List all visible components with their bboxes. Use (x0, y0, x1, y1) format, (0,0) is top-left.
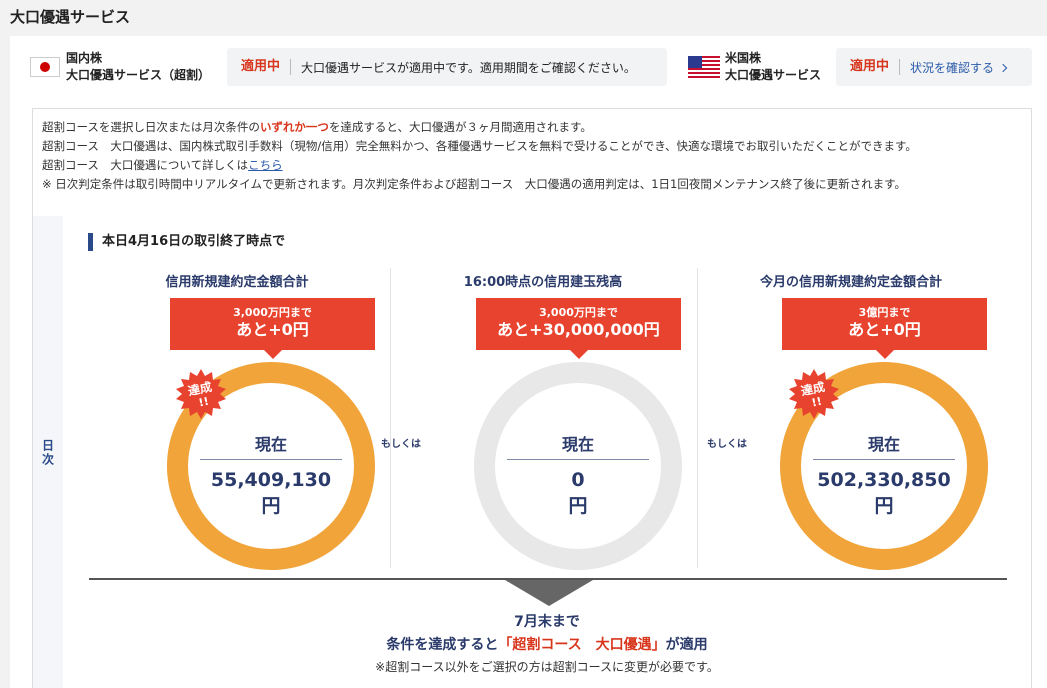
page-title: 大口優遇サービス (10, 8, 131, 26)
or-label-2: もしくは (707, 439, 747, 450)
column-divider (390, 268, 391, 568)
current-value-2: 0円 (495, 467, 661, 519)
daily-heading: 本日4月16日の取引終了時点で (88, 233, 285, 251)
note-line-1-pre: 超割コースを選択し日次または月次条件の (42, 120, 260, 134)
note-line-2: 超割コース 大口優遇は、国内株式取引手数料（現物/信用）完全無料かつ、各種優遇サ… (42, 139, 917, 153)
domestic-status-box: 適用中 大口優遇サービスが適用中です。適用期間をご確認ください。 (227, 48, 667, 86)
column-title-3: 今月の信用新規建約定金額合計 (759, 275, 942, 290)
service-panel: 国内株 大口優遇サービス（超割） 適用中 大口優遇サービスが適用中です。適用期間… (10, 36, 1047, 688)
remaining-callout-3: 3億円まで あと+0円 (782, 298, 987, 359)
callout-target-2: 3,000万円まで (539, 306, 618, 319)
note-line-3: 超割コース 大口優遇について詳しくはこちら (42, 157, 917, 174)
us-service-name: 大口優遇サービス (725, 68, 822, 82)
column-title-2: 16:00時点の信用建玉残高 (463, 275, 623, 290)
callout-remaining-3: あと+0円 (848, 320, 921, 339)
current-amount-1: 55,409,130 (210, 469, 332, 491)
note-line-1-emphasis: いずれか一つ (259, 120, 329, 134)
current-value-3: 502,330,850 円 (801, 467, 967, 519)
note-line-1: 超割コースを選択し日次または月次条件のいずれか一つを達成すると、大口優遇が３ヶ月… (42, 119, 917, 136)
current-amount-2: 0 (571, 469, 585, 491)
condition-text: 条件を達成すると「超割コース 大口優遇」が適用 (63, 634, 1031, 654)
details-link[interactable]: こちら (248, 158, 283, 172)
condition-text-pre: 条件を達成すると (386, 637, 499, 653)
domestic-market-label: 国内株 大口優遇サービス（超割） (66, 50, 210, 84)
deadline-text: 7月末まで (514, 614, 580, 630)
down-arrow-icon (505, 580, 593, 606)
note-line-1-post: を達成すると、大口優遇が３ヶ月間適用されます。 (328, 120, 592, 134)
current-unit-3: 円 (874, 495, 894, 517)
current-value-1: 55,409,130 円 (188, 467, 354, 519)
us-status-badge: 適用中 (836, 59, 901, 75)
column-title-1: 信用新規建約定金額合計 (165, 275, 309, 290)
daily-section: 日次 本日4月16日の取引終了時点で 信用新規建約定金額合計 3,000万円まで… (33, 216, 1031, 688)
or-label-1: もしくは (381, 439, 421, 450)
current-label-3: 現在 (867, 435, 900, 454)
progress-ring-2: 現在 0円 (474, 362, 682, 570)
ring-divider-1 (200, 459, 342, 460)
domestic-market-name: 国内株 (66, 51, 103, 65)
japan-flag-icon (30, 57, 60, 77)
domestic-service-name: 大口優遇サービス（超割） (66, 68, 211, 82)
current-unit-2: 円 (568, 495, 588, 517)
us-status-box[interactable]: 適用中 状況を確認する (836, 48, 1032, 86)
us-market-name: 米国株 (725, 51, 762, 65)
callout-remaining-1: あと+0円 (236, 320, 309, 339)
current-label-2: 現在 (561, 435, 594, 454)
domestic-status-message: 大口優遇サービスが適用中です。適用期間をご確認ください。 (301, 60, 636, 75)
remaining-callout-1: 3,000万円まで あと+0円 (170, 298, 375, 359)
remaining-callout-2: 3,000万円まで あと+30,000,000円 (476, 298, 681, 359)
condition-text-emphasis: 「超割コース 大口優遇」 (498, 637, 666, 653)
conditions-box: 超割コースを選択し日次または月次条件のいずれか一つを達成すると、大口優遇が３ヶ月… (32, 108, 1032, 688)
callout-target-1: 3,000万円まで (233, 306, 312, 319)
note-line-3-pre: 超割コース 大口優遇について詳しくは (42, 158, 249, 172)
current-amount-3: 502,330,850 (817, 469, 951, 491)
us-flag-icon (688, 56, 720, 78)
current-unit-1: 円 (261, 495, 281, 517)
us-market-label: 米国株 大口優遇サービス (725, 50, 821, 84)
status-bar: 国内株 大口優遇サービス（超割） 適用中 大口優遇サービスが適用中です。適用期間… (10, 36, 1047, 102)
domestic-status-badge: 適用中 (227, 59, 292, 75)
daily-main-area: 本日4月16日の取引終了時点で 信用新規建約定金額合計 3,000万円まで あと… (63, 216, 1031, 688)
achieved-burst-icon: 達成 !! (789, 369, 839, 419)
column-divider (697, 268, 698, 568)
ring-divider-2 (507, 459, 649, 460)
chevron-right-icon (998, 63, 1008, 72)
notes: 超割コースを選択し日次または月次条件のいずれか一つを達成すると、大口優遇が３ヶ月… (42, 119, 917, 195)
daily-side-label-text: 日次 (40, 438, 55, 467)
daily-side-label: 日次 (33, 216, 63, 688)
achieved-burst-icon: 達成 !! (176, 369, 226, 419)
callout-remaining-2: あと+30,000,000円 (497, 320, 660, 339)
check-status-link[interactable]: 状況を確認する (900, 59, 1008, 76)
ring-divider-3 (813, 459, 955, 460)
note-line-4: ※ 日次判定条件は取引時間中リアルタイムで更新されます。月次判定条件および超割コ… (42, 177, 906, 191)
current-label-1: 現在 (254, 435, 287, 454)
course-change-note: ※超割コース以外をご選択の方は超割コースに変更が必要です。 (375, 660, 719, 674)
check-status-link-label: 状況を確認する (910, 60, 995, 75)
callout-target-3: 3億円まで (858, 306, 911, 319)
condition-text-post: が適用 (665, 637, 708, 653)
